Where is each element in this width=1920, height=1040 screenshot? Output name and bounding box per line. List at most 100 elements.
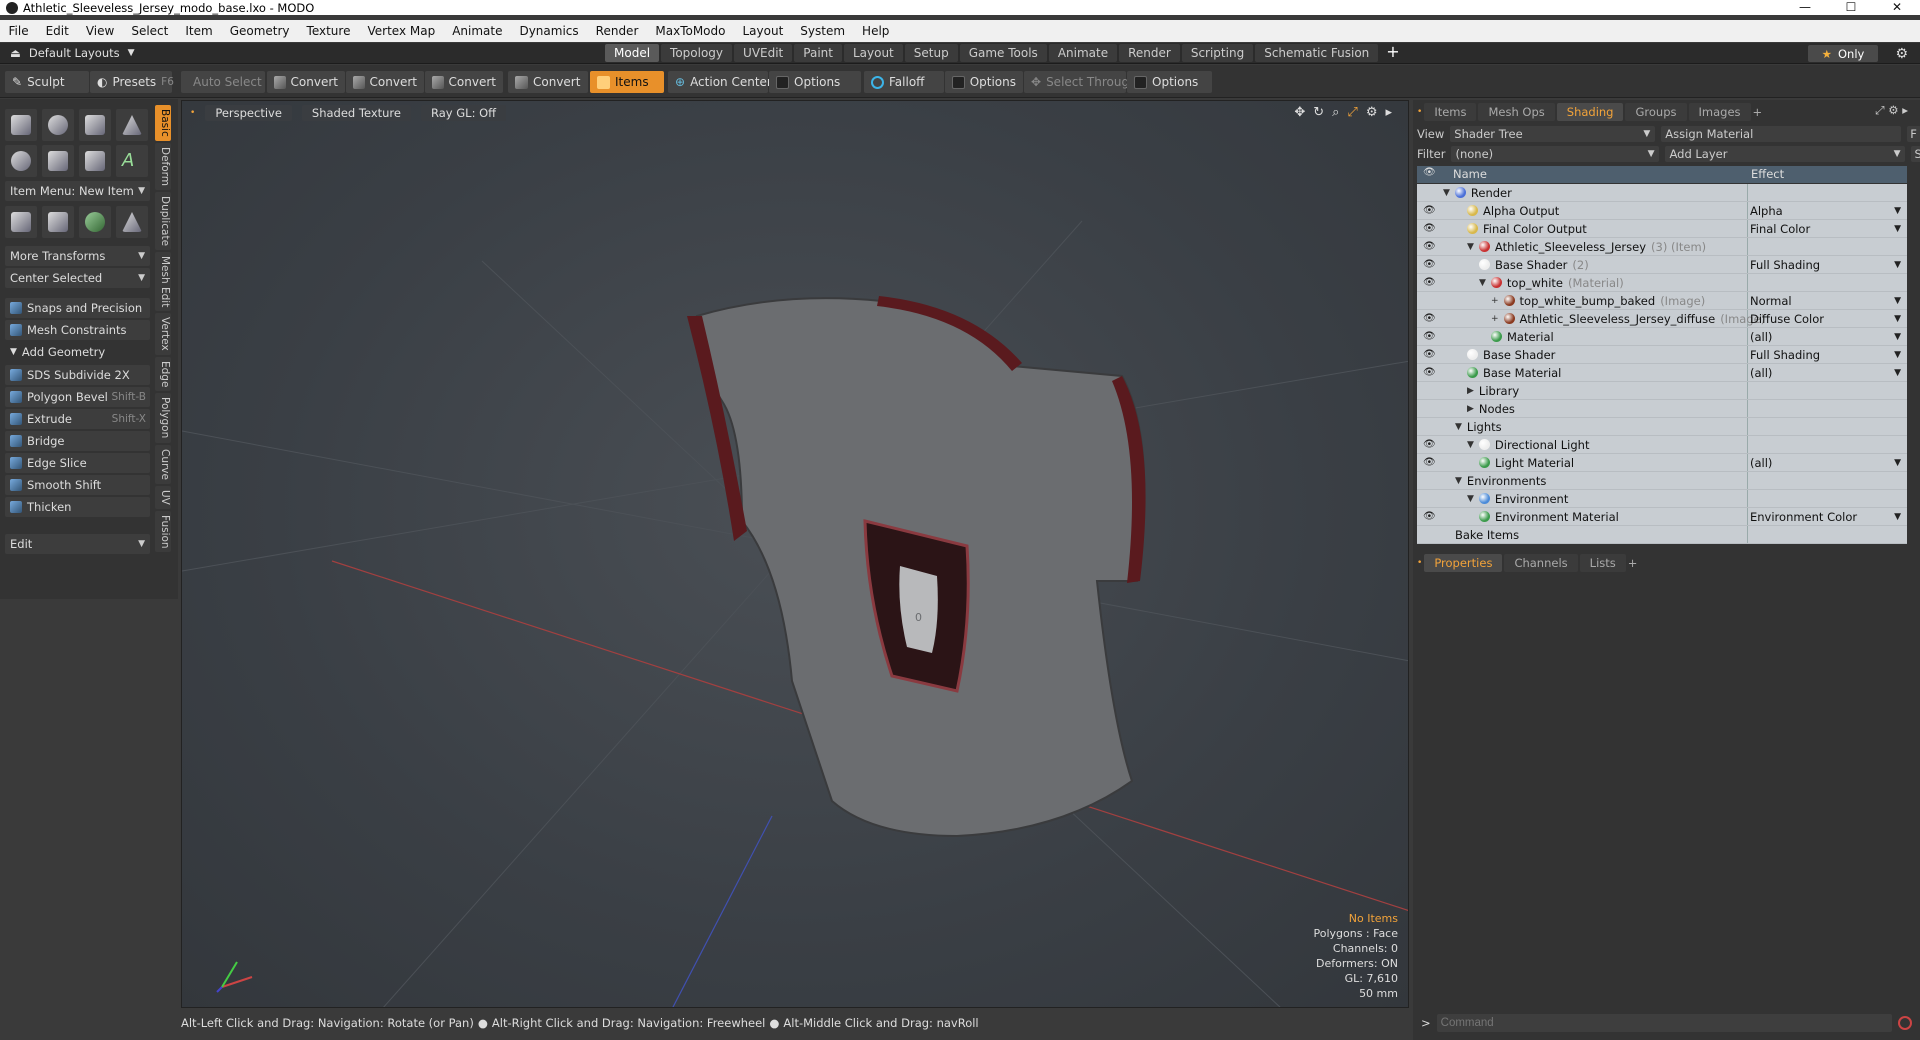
tool-edge-slice[interactable]: Edge Slice (5, 453, 150, 473)
vtab-duplicate[interactable]: Duplicate (155, 191, 171, 250)
effect-column-header[interactable]: Effect (1751, 167, 1784, 181)
pen-tool-icon[interactable] (79, 145, 111, 177)
auto-select-button[interactable]: Auto Select (181, 71, 265, 93)
viewport-expand-icon[interactable]: ▸ (1385, 105, 1392, 120)
menu-layout[interactable]: Layout (734, 24, 792, 38)
expand-toggle-icon[interactable]: + (1491, 296, 1499, 306)
menu-maxtomodo[interactable]: MaxToModo (647, 24, 734, 38)
visibility-eye-icon[interactable]: 👁 (1423, 439, 1436, 450)
item-menu-dropdown[interactable]: Item Menu: New Item ▼ (5, 181, 150, 201)
vtab-fusion[interactable]: Fusion (155, 510, 171, 553)
action-center-button[interactable]: ⊕ Action Center (668, 71, 772, 93)
name-column-header[interactable]: Name (1453, 167, 1487, 181)
f-button[interactable]: F (1907, 126, 1920, 142)
visibility-eye-icon[interactable]: 👁 (1423, 313, 1436, 324)
center-selected-dropdown[interactable]: Center Selected ▼ (5, 268, 150, 288)
shader-tree-row[interactable]: + top_white_bump_baked (Image) Normal ▼ (1417, 292, 1907, 310)
minimize-button[interactable]: — (1782, 0, 1828, 15)
sculpt-button[interactable]: ✎ Sculpt (5, 71, 89, 93)
shader-tree-row[interactable]: Bake Items (1417, 526, 1907, 544)
globe-icon[interactable] (79, 206, 111, 238)
effect-dropdown[interactable]: Full Shading (1750, 258, 1820, 272)
effect-dropdown[interactable]: Environment Color (1750, 510, 1857, 524)
add-geometry-section[interactable]: ▼ Add Geometry (5, 343, 150, 361)
menu-file[interactable]: File (0, 24, 37, 38)
tab-uvedit[interactable]: UVEdit (734, 44, 793, 62)
shader-tree-row[interactable]: 👁 Base Material (all) ▼ (1417, 364, 1907, 382)
expand-toggle-icon[interactable]: ▼ (1467, 494, 1474, 504)
shader-tree-row[interactable]: ▼ Lights (1417, 418, 1907, 436)
shader-tree-row[interactable]: ▶ Library (1417, 382, 1907, 400)
expand-toggle-icon[interactable]: ▼ (1467, 440, 1474, 450)
shader-tree-row[interactable]: 👁 ▼ Athletic_Sleeveless_Jersey (3) (Item) (1417, 238, 1907, 256)
expand-toggle-icon[interactable]: + (1491, 314, 1499, 324)
pyramid-icon[interactable] (116, 206, 148, 238)
tool-extrude[interactable]: Extrude Shift-X (5, 409, 150, 429)
panel-dot-icon[interactable]: • (1417, 554, 1422, 572)
menu-edit[interactable]: Edit (37, 24, 77, 38)
panel-dot-icon[interactable]: • (1417, 107, 1422, 117)
filter-dropdown[interactable]: (none) ▼ (1451, 146, 1660, 162)
select-options-button[interactable]: Options (1127, 71, 1212, 93)
maximize-button[interactable]: ☐ (1828, 0, 1874, 15)
visibility-eye-icon[interactable]: 👁 (1423, 367, 1436, 378)
shader-tree-row[interactable]: 👁 + Athletic_Sleeveless_Jersey_diffuse (Ima… (1417, 310, 1907, 328)
expand-toggle-icon[interactable]: ▶ (1467, 404, 1474, 414)
sphere-icon[interactable] (42, 109, 74, 141)
add-properties-tab-button[interactable]: + (1628, 554, 1638, 572)
convert-polygons-button[interactable]: Convert (425, 71, 503, 93)
tool-polygon-bevel[interactable]: Polygon Bevel Shift-B (5, 387, 150, 407)
close-button[interactable]: ✕ (1874, 0, 1920, 15)
default-layouts-dropdown[interactable]: ⏏ Default Layouts ▼ (10, 46, 135, 60)
tab-images[interactable]: Images (1688, 102, 1751, 121)
vtab-vertex[interactable]: Vertex (155, 313, 171, 355)
tab-schematic-fusion[interactable]: Schematic Fusion (1255, 44, 1379, 62)
tab-lists[interactable]: Lists (1579, 554, 1626, 572)
layout-collapse-icon[interactable]: ⏏ (10, 46, 21, 60)
menu-select[interactable]: Select (123, 24, 177, 38)
capsule-icon[interactable] (42, 145, 74, 177)
shader-tree-row[interactable]: 👁 Base Shader (2) Full Shading ▼ (1417, 256, 1907, 274)
presets-button[interactable]: ◐ Presets F6 (90, 71, 174, 93)
assign-material-button[interactable]: Assign Material (1661, 126, 1902, 142)
falloff-options-button[interactable]: Options (945, 71, 1023, 93)
visibility-eye-icon[interactable]: 👁 (1423, 223, 1436, 234)
more-transforms-dropdown[interactable]: More Transforms ▼ (5, 246, 150, 266)
shader-tree-row[interactable]: 👁 ▼ top_white (Material) (1417, 274, 1907, 292)
viewport-dot-icon[interactable]: • (190, 105, 195, 121)
tab-mesh-ops[interactable]: Mesh Ops (1478, 102, 1555, 121)
tool-bridge[interactable]: Bridge (5, 431, 150, 451)
snaps-precision-button[interactable]: Snaps and Precision (5, 298, 150, 318)
mesh-constraints-button[interactable]: Mesh Constraints (5, 320, 150, 340)
shader-tree-row[interactable]: 👁 Light Material (all) ▼ (1417, 454, 1907, 472)
convert-materials-button[interactable]: Convert (508, 71, 588, 93)
tool-sds-subdivide[interactable]: SDS Subdivide 2X (5, 365, 150, 385)
3d-viewport[interactable]: 0 • Perspective Shaded Texture Ray GL: O… (181, 100, 1409, 1008)
vtab-edge[interactable]: Edge (155, 356, 171, 392)
tool-smooth-shift[interactable]: Smooth Shift (5, 475, 150, 495)
select-through-button[interactable]: ✥ Select Through (1024, 71, 1137, 93)
shader-tree-row[interactable]: 👁 Alpha Output Alpha ▼ (1417, 202, 1907, 220)
viewport-settings-icon[interactable]: ⚙ (1366, 105, 1378, 120)
tab-layout[interactable]: Layout (843, 44, 903, 62)
tool-thicken[interactable]: Thicken (5, 497, 150, 517)
panel-settings-icon[interactable]: ⤢ ⚙ ▸ (1875, 103, 1908, 118)
menu-vertex-map[interactable]: Vertex Map (359, 24, 444, 38)
effect-dropdown[interactable]: (all) (1750, 366, 1772, 380)
s-button[interactable]: S (1911, 146, 1920, 162)
menu-item[interactable]: Item (177, 24, 221, 38)
menu-geometry[interactable]: Geometry (221, 24, 298, 38)
shader-tree-row[interactable]: ▼ Environment (1417, 490, 1907, 508)
visibility-eye-icon[interactable]: 👁 (1423, 511, 1436, 522)
menu-view[interactable]: View (77, 24, 122, 38)
tab-scripting[interactable]: Scripting (1181, 44, 1254, 62)
view-dropdown[interactable]: Shader Tree ▼ (1450, 126, 1656, 142)
cylinder-icon[interactable] (79, 109, 111, 141)
grid-icon[interactable] (42, 206, 74, 238)
visibility-eye-icon[interactable]: 👁 (1423, 331, 1436, 342)
shader-tree-row[interactable]: 👁 Environment Material Environment Color ▼ (1417, 508, 1907, 526)
visibility-eye-icon[interactable]: 👁 (1423, 349, 1436, 360)
expand-toggle-icon[interactable]: ▼ (1455, 476, 1462, 486)
vtab-mesh-edit[interactable]: Mesh Edit (155, 251, 171, 312)
tab-shading[interactable]: Shading (1556, 102, 1624, 121)
